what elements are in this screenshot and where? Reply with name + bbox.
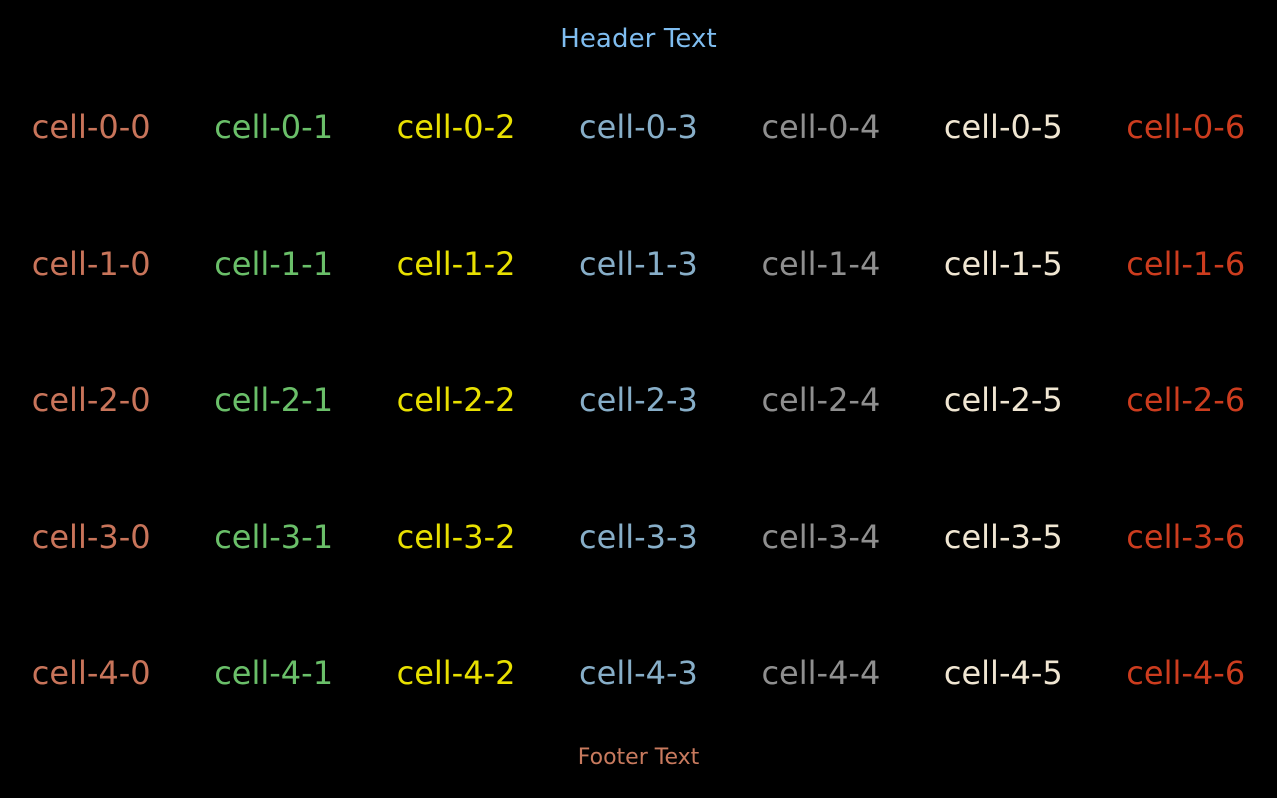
grid-cell: cell-1-3 — [579, 244, 698, 283]
grid-row: cell-0-0 cell-0-1 cell-0-2 cell-0-3 cell-0-4… — [0, 104, 1277, 150]
grid-cell: cell-2-5 — [943, 381, 1063, 419]
grid-row: cell-2-0 cell-2-1 cell-2-2 cell-2-3 cell-2-4… — [0, 377, 1277, 423]
grid-cell: cell-0-0 — [31, 108, 151, 146]
grid-cell: cell-4-4 — [761, 654, 881, 692]
grid-cell: cell-4-0 — [31, 654, 151, 692]
grid-cell: cell-2-6 — [1126, 381, 1246, 419]
grid-cell: cell-2-4 — [761, 381, 881, 419]
grid-cell: cell-1-2 — [396, 244, 516, 283]
header-region: Header Text — [0, 0, 1277, 78]
grid-cell: cell-2-3 — [579, 381, 698, 419]
grid-cell: cell-3-5 — [943, 517, 1063, 556]
grid-cell: cell-3-4 — [761, 517, 881, 556]
grid-cell: cell-2-0 — [31, 381, 151, 419]
grid-cell: cell-1-6 — [1126, 244, 1246, 283]
footer-text: Footer Text — [577, 745, 700, 770]
grid-cell: cell-3-0 — [31, 517, 151, 556]
grid-cell: cell-0-5 — [943, 108, 1063, 146]
grid-cell: cell-2-1 — [214, 381, 334, 419]
grid-cell: cell-3-3 — [579, 517, 698, 556]
grid-cell: cell-4-5 — [943, 654, 1063, 692]
grid-cell: cell-4-3 — [579, 654, 698, 692]
grid-cell: cell-0-3 — [579, 108, 698, 146]
grid-cell: cell-0-6 — [1126, 108, 1246, 146]
grid-row: cell-4-0 cell-4-1 cell-4-2 cell-4-3 cell-4-4… — [0, 650, 1277, 696]
grid-cell: cell-1-0 — [31, 244, 151, 283]
grid-cell: cell-1-4 — [761, 244, 881, 283]
cell-grid: cell-0-0 cell-0-1 cell-0-2 cell-0-3 cell-0-4… — [0, 78, 1277, 718]
grid-cell: cell-4-2 — [396, 654, 516, 692]
grid-cell: cell-1-1 — [214, 244, 334, 283]
grid-cell: cell-1-5 — [943, 244, 1063, 283]
grid-row: cell-1-0 cell-1-1 cell-1-2 cell-1-3 cell-1-4… — [0, 241, 1277, 287]
footer-region: Footer Text — [0, 718, 1277, 798]
grid-row: cell-3-0 cell-3-1 cell-3-2 cell-3-3 cell-3-4… — [0, 514, 1277, 560]
grid-cell: cell-4-1 — [214, 654, 334, 692]
grid-cell: cell-0-1 — [214, 108, 334, 146]
grid-cell: cell-3-1 — [214, 517, 334, 556]
grid-cell: cell-4-6 — [1126, 654, 1246, 692]
grid-cell: cell-2-2 — [396, 381, 516, 419]
grid-cell: cell-0-2 — [396, 108, 516, 146]
page-root: Header Text cell-0-0 cell-0-1 cell-0-2 cell… — [0, 0, 1277, 798]
header-text: Header Text — [560, 24, 717, 54]
grid-cell: cell-0-4 — [761, 108, 881, 146]
grid-cell: cell-3-6 — [1126, 517, 1246, 556]
grid-cell: cell-3-2 — [396, 517, 516, 556]
